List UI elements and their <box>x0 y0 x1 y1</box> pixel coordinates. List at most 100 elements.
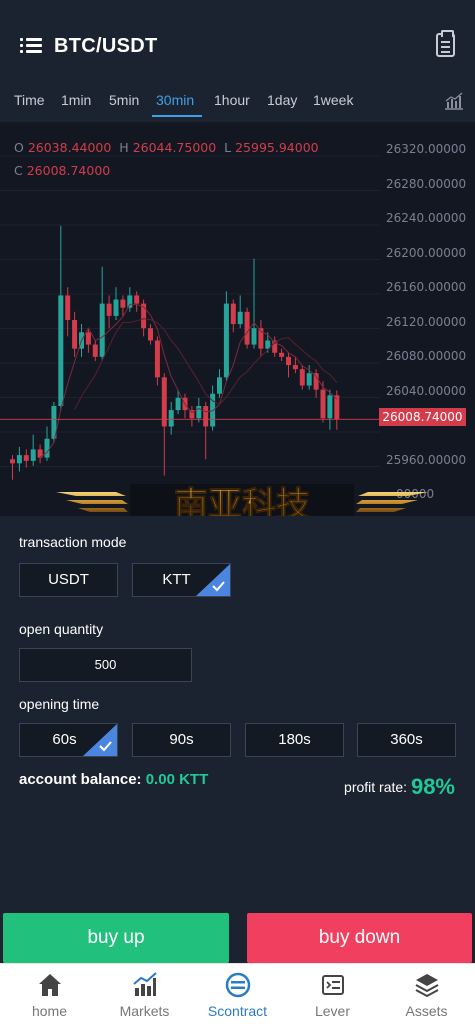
ohlc-line-1: O 26038.44000 H 26044.75000 L 25995.9400… <box>14 140 319 155</box>
price-tick: 26040.00000 <box>386 384 467 398</box>
profit-label: profit rate: <box>344 779 408 795</box>
candle-body <box>106 303 112 316</box>
candle-body <box>230 303 236 325</box>
chart-type-icon[interactable] <box>444 92 464 110</box>
price-tick: 26240.00000 <box>386 211 467 225</box>
nav-assets-label: Assets <box>405 1003 448 1019</box>
mode-ktt-button[interactable]: KTT <box>132 563 231 597</box>
price-tick: 26320.00000 <box>386 142 467 156</box>
candle-body <box>148 328 153 341</box>
nav-assets[interactable]: Assets <box>379 964 474 1024</box>
candle-body <box>196 406 202 419</box>
candle-body <box>223 303 229 378</box>
app-header: BTC/USDT <box>0 0 475 80</box>
nav-scontract[interactable]: Scontract <box>190 964 285 1024</box>
selected-check-icon <box>196 564 230 596</box>
time-360s-button[interactable]: 360s <box>357 723 456 757</box>
tab-30min[interactable]: 30min <box>156 92 194 108</box>
candle-body <box>279 352 285 357</box>
mode-usdt-button[interactable]: USDT <box>19 563 118 597</box>
price-tick: 25960.00000 <box>386 453 467 467</box>
tab-5min[interactable]: 5min <box>109 92 139 108</box>
high-value: 26044.75000 <box>132 140 217 155</box>
bottom-nav: home Markets Scontract Lever Assets <box>0 963 475 1024</box>
nav-home[interactable]: home <box>2 964 97 1024</box>
home-icon <box>39 974 61 996</box>
quantity-input[interactable]: 500 <box>19 648 192 682</box>
candle-body <box>44 438 50 458</box>
price-tick: 26280.00000 <box>386 177 467 191</box>
candle-body <box>313 373 319 390</box>
active-tab-indicator <box>152 115 202 117</box>
hamburger-icon[interactable] <box>20 38 42 54</box>
clipboard-icon[interactable] <box>436 30 455 57</box>
trade-actions: buy up buy down <box>0 913 475 963</box>
tab-1week[interactable]: 1week <box>313 92 353 108</box>
opening-time-label: opening time <box>19 696 100 712</box>
mode-ktt-label: KTT <box>162 571 191 588</box>
lever-icon <box>322 975 344 995</box>
nav-markets[interactable]: Markets <box>97 964 192 1024</box>
time-60s-button[interactable]: 60s <box>19 723 118 757</box>
open-quantity-label: open quantity <box>19 621 104 637</box>
order-form: transaction mode USDT KTT open quantity … <box>0 516 475 913</box>
candle-body <box>85 332 91 345</box>
candle-body <box>92 344 98 357</box>
open-value: 26038.44000 <box>27 140 112 155</box>
candlestick-chart[interactable]: O 26038.44000 H 26044.75000 L 25995.9400… <box>0 124 475 516</box>
selected-check-icon <box>83 724 117 756</box>
mode-usdt-label: USDT <box>48 571 89 588</box>
nav-lever-label: Lever <box>314 1003 351 1019</box>
candle-body <box>286 356 291 366</box>
tab-time[interactable]: Time <box>14 92 45 108</box>
moving-average-line <box>74 318 338 410</box>
buy-up-button[interactable]: buy up <box>3 913 229 963</box>
price-tick: 26120.00000 <box>386 315 467 329</box>
low-value: 25995.94000 <box>235 140 319 155</box>
candle-body <box>306 373 312 386</box>
candle-body <box>30 449 36 461</box>
candle-body <box>127 295 133 308</box>
timeframe-tabs: Time 1min 5min 30min 1hour 1day 1week <box>0 80 475 122</box>
candle-body <box>120 299 126 308</box>
candle-body <box>134 295 140 304</box>
candle-body <box>65 295 71 320</box>
candle-body <box>175 397 181 411</box>
price-tick: 26160.00000 <box>386 280 467 294</box>
tab-1day[interactable]: 1day <box>267 92 297 108</box>
candle-body <box>237 311 243 325</box>
buy-down-button[interactable]: buy down <box>247 913 472 963</box>
ohlc-line-2: C 26008.74000 <box>14 163 111 178</box>
time-180s-label: 180s <box>278 731 311 748</box>
time-60s-label: 60s <box>52 731 77 748</box>
candle-body <box>113 299 119 316</box>
candle-body <box>292 365 298 370</box>
candle-body <box>244 311 250 345</box>
candle-body <box>203 406 209 427</box>
layers-icon <box>415 974 439 998</box>
candle-body <box>99 303 105 357</box>
candle-body <box>154 340 160 378</box>
chart-icon <box>133 972 157 996</box>
balance-value: 0.00 KTT <box>145 771 209 788</box>
page-title: BTC/USDT <box>54 35 158 57</box>
time-180s-button[interactable]: 180s <box>245 723 344 757</box>
time-360s-label: 360s <box>390 731 423 748</box>
nav-lever[interactable]: Lever <box>285 964 380 1024</box>
candle-body <box>251 328 257 345</box>
tab-1min[interactable]: 1min <box>61 92 91 108</box>
account-balance: account balance: 0.00 KTT <box>19 771 208 788</box>
time-90s-button[interactable]: 90s <box>132 723 231 757</box>
nav-home-label: home <box>31 1003 68 1019</box>
tab-1hour[interactable]: 1hour <box>214 92 250 108</box>
nav-markets-label: Markets <box>119 1003 170 1019</box>
candle-body <box>72 320 78 349</box>
candle-body <box>320 389 326 419</box>
price-tick: 26200.00000 <box>386 246 467 260</box>
candle-body <box>217 377 222 394</box>
candle-body <box>10 459 15 464</box>
candle-body <box>23 455 29 461</box>
transaction-mode-label: transaction mode <box>19 534 127 550</box>
contract-icon <box>225 972 251 998</box>
price-tick: 26080.00000 <box>386 349 467 363</box>
